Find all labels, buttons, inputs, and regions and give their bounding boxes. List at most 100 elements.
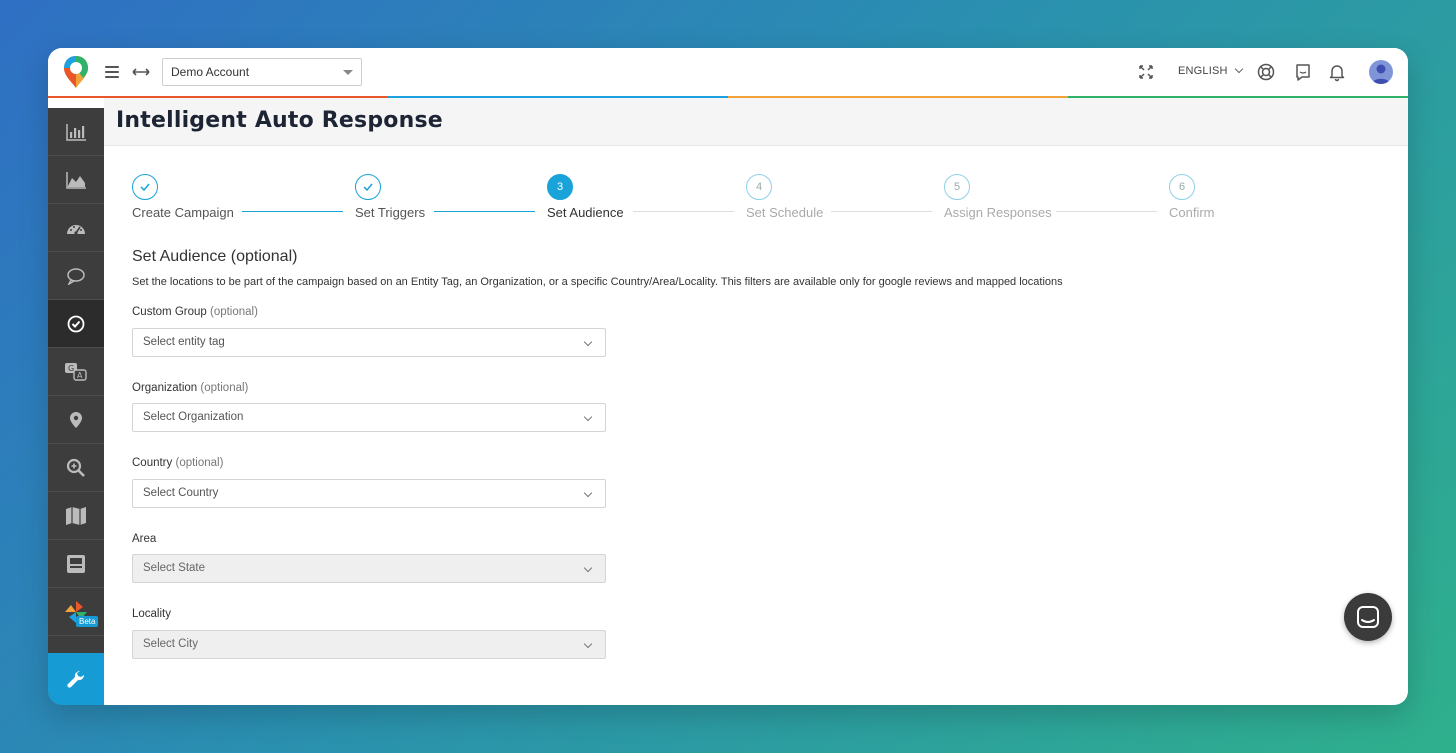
user-avatar[interactable] (1369, 60, 1393, 84)
language-label: ENGLISH (1178, 65, 1228, 77)
step-confirm[interactable]: 6 Confirm (1169, 174, 1215, 220)
select-placeholder: Select State (143, 562, 206, 574)
expand-horizontal-icon[interactable] (132, 65, 150, 79)
account-select[interactable]: Demo Account (162, 58, 362, 86)
area-label: Area (132, 533, 156, 545)
field-label-text: Country (132, 457, 173, 469)
sidebar-item-dashboard[interactable] (48, 204, 104, 252)
entity-tag-select[interactable]: Select entity tag (132, 328, 606, 357)
step-connector (831, 211, 932, 212)
locality-label: Locality (132, 608, 171, 620)
sidebar-item-translate[interactable]: G A (48, 348, 104, 396)
inbox-icon (67, 554, 85, 573)
wrench-icon (67, 670, 85, 688)
sidebar-item-beta[interactable]: Beta (48, 588, 104, 636)
sidebar-item-search[interactable] (48, 444, 104, 492)
step-create-campaign[interactable]: Create Campaign (132, 174, 234, 220)
optional-suffix: (optional) (209, 306, 258, 318)
step-connector (1056, 211, 1157, 212)
feedback-icon[interactable] (1293, 62, 1313, 82)
page-title: Intelligent Auto Response (116, 108, 443, 133)
sidebar-item-tools[interactable] (48, 653, 104, 705)
field-label-text: Custom Group (132, 306, 207, 318)
step-circle (355, 174, 381, 200)
sidebar-item-reviews[interactable] (48, 252, 104, 300)
city-select[interactable]: Select City (132, 630, 606, 659)
field-label-text: Organization (132, 382, 198, 394)
step-circle: 3 (547, 174, 573, 200)
field-label-text: Area (132, 533, 157, 545)
chat-widget-icon (1357, 606, 1379, 628)
custom-group-label: Custom Group (optional) (132, 306, 258, 318)
chevron-down-icon (583, 412, 593, 422)
checkmark-icon (140, 183, 150, 192)
check-circle-icon (67, 315, 85, 332)
country-label: Country (optional) (132, 457, 223, 469)
step-label: Confirm (1169, 205, 1215, 220)
sidebar-item-auto-response[interactable] (48, 300, 104, 348)
app-logo-icon[interactable] (62, 54, 90, 90)
chat-bubble-icon (67, 267, 85, 285)
step-set-audience[interactable]: 3 Set Audience (547, 174, 624, 220)
bar-chart-icon (66, 123, 86, 141)
step-label: Create Campaign (132, 205, 234, 220)
step-connector (434, 211, 535, 212)
step-label: Assign Responses (944, 205, 1052, 220)
step-set-schedule[interactable]: 4 Set Schedule (746, 174, 823, 220)
location-pin-icon (70, 411, 82, 428)
wizard-stepper: Create Campaign Set Triggers 3 Set Audie… (132, 174, 1332, 224)
sidebar-item-reports[interactable] (48, 108, 104, 156)
svg-text:A: A (77, 371, 83, 380)
area-chart-icon (66, 171, 86, 189)
main-content: Intelligent Auto Response Create Campaig… (104, 98, 1408, 705)
section-title: Set Audience (optional) (132, 248, 298, 265)
notification-bell-icon[interactable] (1327, 62, 1347, 82)
step-circle: 6 (1169, 174, 1195, 200)
section-description: Set the locations to be part of the camp… (132, 276, 1063, 288)
search-zoom-icon (66, 458, 85, 477)
sidebar-item-analytics[interactable] (48, 156, 104, 204)
country-select[interactable]: Select Country (132, 479, 606, 508)
fullscreen-icon[interactable] (1136, 62, 1156, 82)
language-selector[interactable]: ENGLISH (1178, 64, 1243, 77)
map-icon (66, 506, 86, 525)
sidebar-item-map[interactable] (48, 492, 104, 540)
sidebar-item-inbox[interactable] (48, 540, 104, 588)
menu-icon[interactable] (105, 66, 119, 78)
app-window: Demo Account ENGLISH G A Beta Intelligen… (48, 48, 1408, 705)
chevron-down-icon (1234, 64, 1243, 74)
step-assign-responses[interactable]: 5 Assign Responses (944, 174, 1052, 220)
user-icon (1372, 64, 1390, 84)
chevron-down-icon (583, 639, 593, 649)
top-bar: Demo Account ENGLISH (48, 48, 1408, 96)
step-label: Set Audience (547, 205, 624, 220)
step-circle (132, 174, 158, 200)
chat-launcher-button[interactable] (1344, 593, 1392, 641)
checkmark-icon (363, 183, 373, 192)
sidebar-item-locations[interactable] (48, 396, 104, 444)
chevron-down-icon (583, 337, 593, 347)
account-select-value: Demo Account (171, 65, 250, 79)
select-placeholder: Select City (143, 638, 198, 650)
state-select[interactable]: Select State (132, 554, 606, 583)
select-placeholder: Select entity tag (143, 336, 225, 348)
organization-select[interactable]: Select Organization (132, 403, 606, 432)
chevron-down-icon (583, 563, 593, 573)
page-header: Intelligent Auto Response (104, 98, 1408, 146)
select-placeholder: Select Organization (143, 411, 244, 423)
dashboard-gauge-icon (67, 224, 85, 235)
optional-suffix: (optional) (175, 457, 224, 469)
step-set-triggers[interactable]: Set Triggers (355, 174, 425, 220)
step-connector (242, 211, 343, 212)
caret-down-icon (343, 70, 353, 75)
select-placeholder: Select Country (143, 487, 219, 499)
svg-text:G: G (68, 364, 74, 373)
optional-suffix: (optional) (200, 382, 249, 394)
step-label: Set Schedule (746, 205, 824, 220)
help-lifebuoy-icon[interactable] (1256, 62, 1276, 82)
sidebar: G A Beta (48, 108, 104, 705)
translate-icon: G A (65, 362, 87, 381)
step-circle: 5 (944, 174, 970, 200)
step-label: Set Triggers (355, 205, 426, 220)
beta-badge: Beta (76, 616, 99, 627)
